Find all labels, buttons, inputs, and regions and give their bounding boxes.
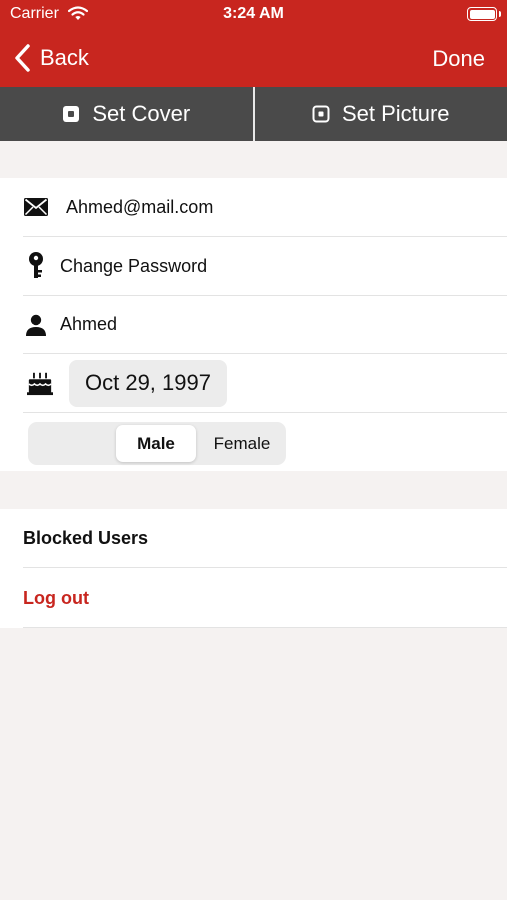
gender-segmented-control: Male Female — [28, 422, 286, 465]
blocked-users-label: Blocked Users — [23, 527, 149, 548]
birthdate-picker[interactable]: Oct 29, 1997 — [69, 359, 227, 407]
status-time: 3:24 AM — [223, 5, 284, 22]
name-row[interactable]: Ahmed — [23, 296, 507, 354]
key-icon — [23, 252, 49, 279]
person-icon — [23, 312, 49, 338]
back-button[interactable]: Back — [10, 40, 89, 76]
blocked-users-row[interactable]: Blocked Users — [23, 509, 507, 568]
log-out-row[interactable]: Log out — [23, 569, 507, 628]
profile-section: Ahmed@mail.com Change Password Ahmed Oct… — [0, 178, 507, 471]
envelope-icon — [23, 194, 49, 220]
navigation-bar: Back Done — [0, 30, 507, 87]
battery-icon — [467, 7, 501, 21]
change-password-label: Change Password — [60, 255, 208, 276]
set-picture-button[interactable]: Set Picture — [255, 87, 507, 141]
status-bar: Carrier 3:24 AM — [0, 0, 507, 30]
picture-icon — [63, 106, 80, 122]
set-picture-label: Set Picture — [341, 101, 450, 126]
picture-icon — [312, 105, 330, 123]
change-password-row[interactable]: Change Password — [23, 237, 507, 296]
birthdate-row: Oct 29, 1997 — [23, 354, 507, 413]
set-cover-label: Set Cover — [92, 101, 191, 126]
gender-male-option[interactable]: Male — [116, 425, 196, 462]
set-cover-button[interactable]: Set Cover — [0, 87, 253, 141]
email-value: Ahmed@mail.com — [66, 196, 214, 217]
email-row[interactable]: Ahmed@mail.com — [23, 178, 507, 237]
account-section: Blocked Users Log out — [0, 509, 507, 628]
app-header: Carrier 3:24 AM Back Done — [0, 0, 507, 87]
back-label: Back — [40, 45, 89, 70]
done-button[interactable]: Done — [432, 46, 485, 72]
chevron-left-icon — [15, 44, 30, 72]
log-out-label: Log out — [23, 587, 89, 608]
cake-icon — [27, 370, 53, 396]
gender-female-option[interactable]: Female — [202, 425, 282, 462]
photo-actions-bar: Set Cover Set Picture — [0, 87, 507, 141]
name-value: Ahmed — [60, 314, 118, 334]
